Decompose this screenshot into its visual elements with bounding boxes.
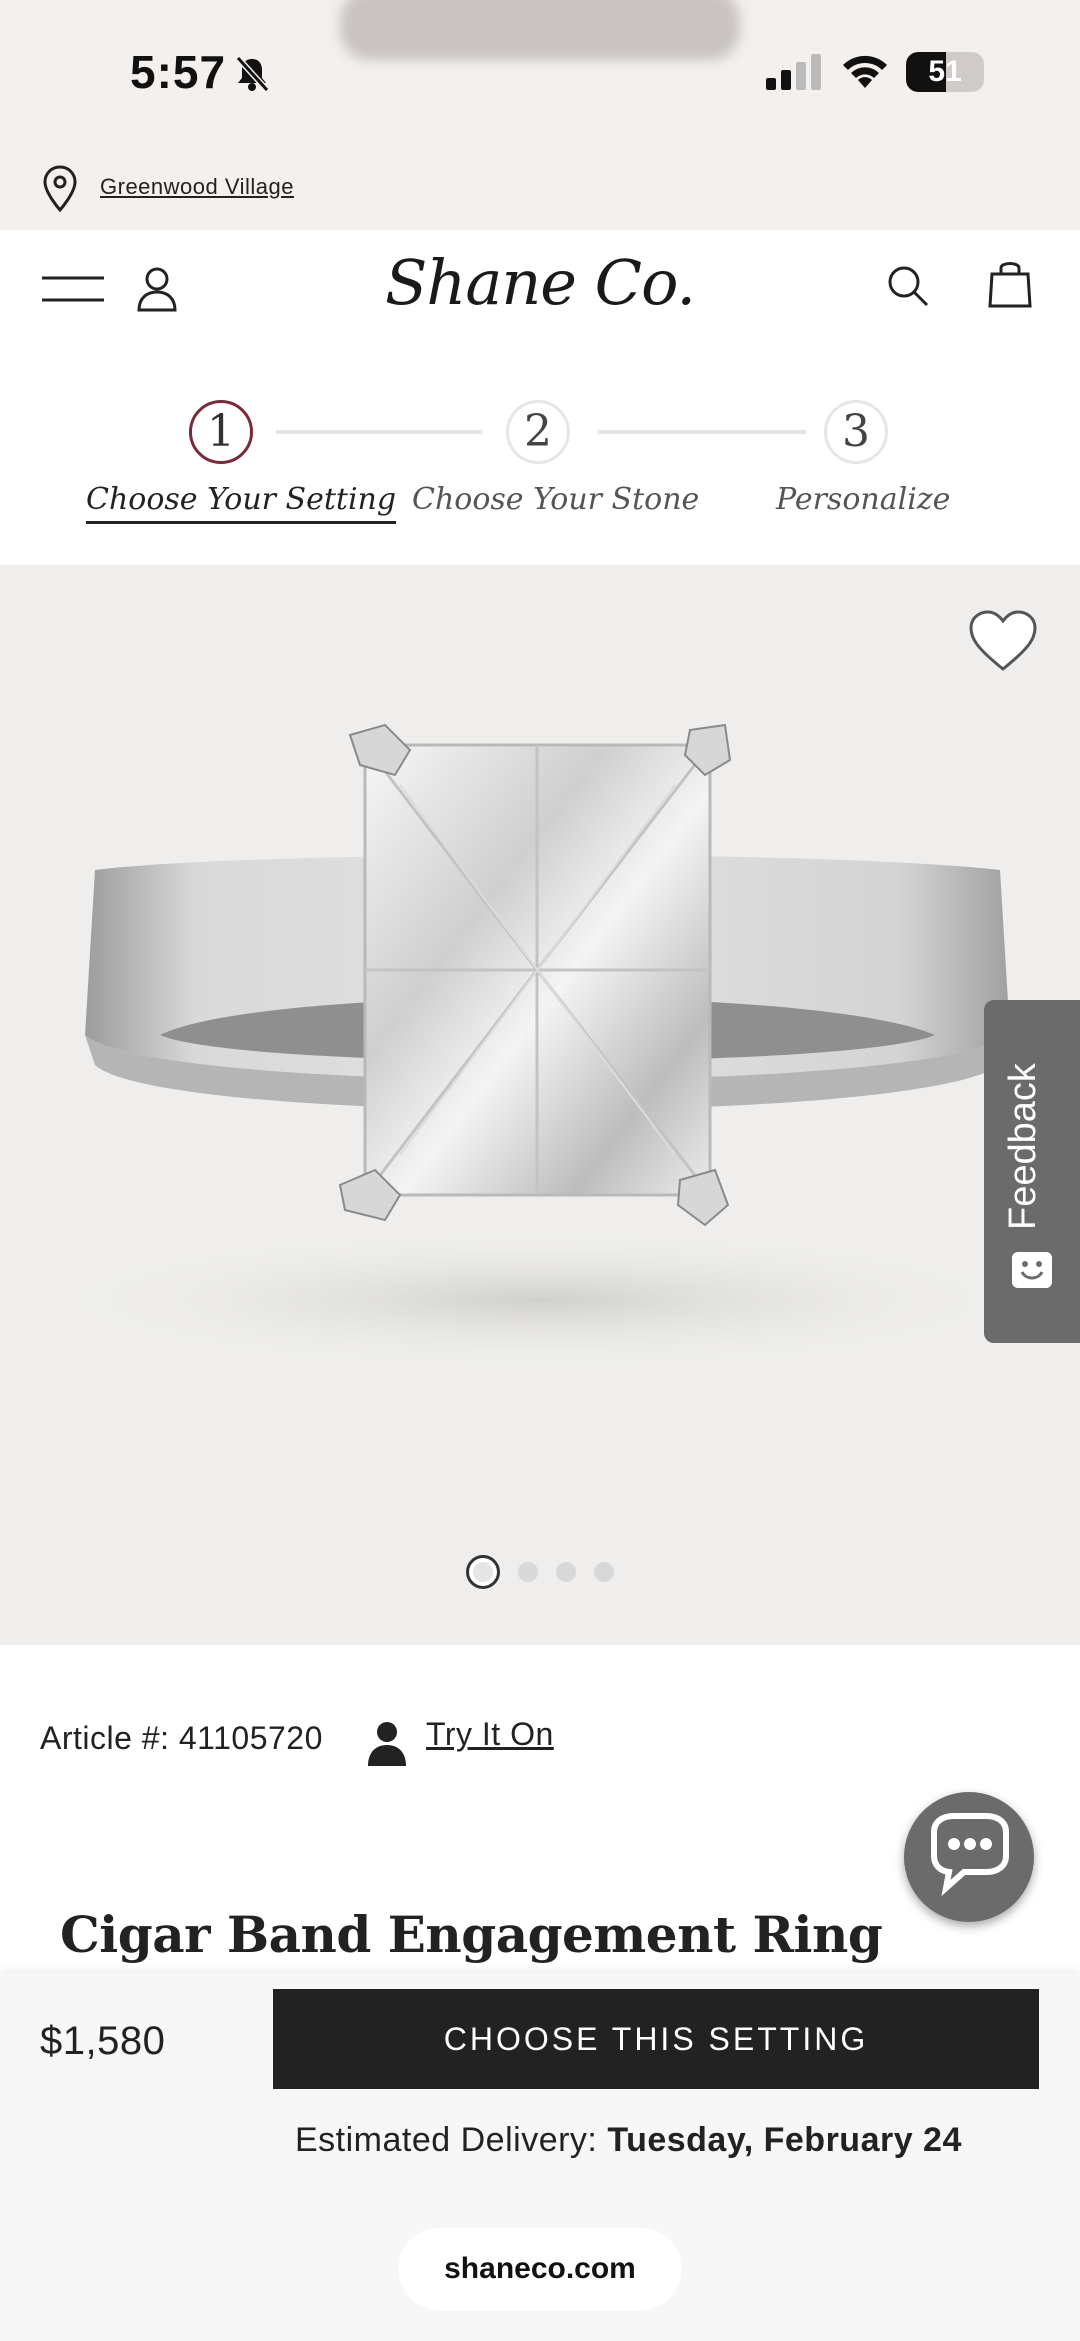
estimated-delivery: Estimated Delivery: Tuesday, February 24 — [295, 2121, 962, 2160]
gallery-dot-2[interactable] — [518, 1562, 538, 1582]
step-1-label[interactable]: Choose Your Setting — [86, 482, 397, 524]
step-3-label[interactable]: Personalize — [776, 482, 950, 517]
status-bar: 5:57 51 — [0, 0, 1080, 150]
person-icon — [368, 1722, 406, 1766]
status-time: 5:57 — [130, 46, 227, 98]
build-ring-stepper: 1 2 3 Choose Your Setting Choose Your St… — [0, 340, 1080, 565]
step-connector — [276, 430, 482, 434]
product-image-gallery[interactable] — [0, 565, 1080, 1645]
gallery-dot-3[interactable] — [556, 1562, 576, 1582]
step-2-label[interactable]: Choose Your Stone — [412, 482, 699, 517]
try-it-on-link[interactable]: Try It On — [426, 1716, 554, 1753]
gallery-dot-4[interactable] — [594, 1562, 614, 1582]
bell-slash-icon — [235, 55, 270, 93]
dynamic-island — [340, 0, 740, 60]
delivery-date: Tuesday, February 24 — [607, 2121, 962, 2159]
store-location-bar: Greenwood Village — [0, 150, 1080, 230]
site-header: Shane Co. — [0, 230, 1080, 340]
shopping-bag-icon[interactable] — [988, 258, 1032, 308]
article-number: Article #: 41105720 — [40, 1720, 323, 1756]
feedback-label: Feedback — [1002, 1063, 1044, 1230]
location-pin-icon — [43, 165, 77, 213]
choose-setting-button[interactable]: CHOOSE THIS SETTING — [273, 1989, 1039, 2089]
store-location-link[interactable]: Greenwood Village — [100, 174, 294, 200]
product-price: $1,580 — [40, 2019, 166, 2063]
gallery-dot-1[interactable] — [466, 1555, 500, 1589]
wifi-icon — [843, 55, 887, 88]
feedback-smile-icon — [1012, 1252, 1052, 1288]
step-connector — [598, 430, 806, 434]
chat-bubble-icon — [931, 1813, 1009, 1897]
step-2-number[interactable]: 2 — [506, 400, 570, 464]
purchase-bar: $1,580 CHOOSE THIS SETTING Estimated Del… — [0, 1973, 1080, 2341]
browser-url-pill[interactable]: shaneco.com — [398, 2228, 682, 2310]
battery-level: 51 — [928, 55, 962, 88]
signal-icon — [766, 54, 821, 90]
step-3-number[interactable]: 3 — [824, 400, 888, 464]
battery-icon: 51 — [906, 52, 984, 92]
gallery-pagination — [0, 1555, 1080, 1589]
chat-button[interactable] — [904, 1792, 1034, 1922]
search-icon[interactable] — [886, 264, 930, 308]
ring-product-image — [40, 723, 1040, 1370]
feedback-tab[interactable]: Feedback — [984, 1000, 1080, 1343]
delivery-label: Estimated Delivery: — [295, 2121, 598, 2159]
favorite-heart-icon[interactable] — [968, 609, 1038, 673]
step-1-number[interactable]: 1 — [189, 400, 253, 464]
product-title: Cigar Band Engagement Ring — [60, 1905, 883, 1964]
